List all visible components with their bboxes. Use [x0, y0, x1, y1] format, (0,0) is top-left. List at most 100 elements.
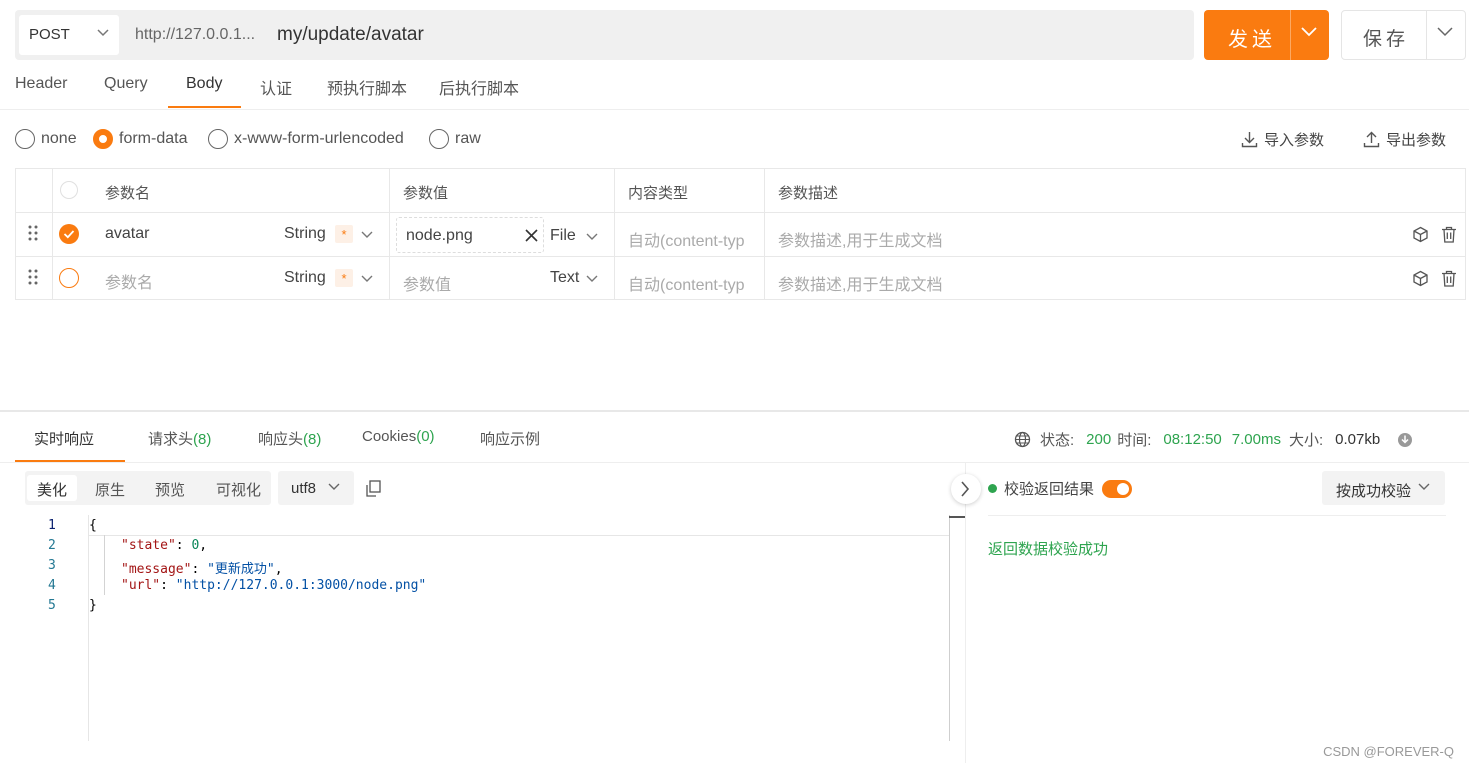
encoding-select[interactable]: utf8: [278, 471, 354, 505]
param-type[interactable]: String: [284, 225, 326, 243]
radio-label: none: [41, 130, 77, 147]
tab-query[interactable]: Query: [104, 75, 148, 93]
current-line-highlight: [88, 535, 949, 536]
line-number: 2: [48, 538, 56, 553]
view-preview[interactable]: 预览: [145, 475, 195, 501]
content-type-input[interactable]: 自动(content-typ: [628, 227, 745, 251]
param-type[interactable]: String: [284, 269, 326, 287]
status-label: 状态:: [1040, 432, 1075, 449]
value-kind[interactable]: File: [550, 227, 576, 245]
save-button[interactable]: 保存: [1341, 10, 1466, 60]
validation-divider: [988, 515, 1446, 516]
tab-header[interactable]: Header: [15, 75, 67, 93]
method-select[interactable]: POST: [19, 15, 119, 55]
drag-handle-icon[interactable]: [27, 269, 39, 285]
active-tab-indicator: [15, 460, 125, 462]
request-bar: POST http://127.0.0.1... my/update/avata…: [15, 10, 1194, 60]
url-base[interactable]: http://127.0.0.1...: [135, 26, 255, 44]
tab-pre-script[interactable]: 预执行脚本: [327, 75, 407, 99]
response-status: 状态: 200 时间: 08:12:50 7.00ms 大小: 0.07kb: [1014, 429, 1413, 450]
response-duration: 7.00ms: [1231, 431, 1281, 448]
save-label: 保存: [1363, 29, 1410, 50]
trash-icon[interactable]: [1441, 226, 1457, 243]
response-tabs: 实时响应 请求头(8) 响应头(8) Cookies(0) 响应示例 状态: 2…: [0, 412, 1469, 463]
col-divider: [52, 169, 53, 299]
tab-label: 响应头: [258, 431, 304, 448]
radio-raw[interactable]: raw: [429, 127, 481, 151]
required-badge[interactable]: *: [335, 225, 353, 243]
tab-label: 请求头: [148, 431, 194, 448]
cube-icon[interactable]: [1412, 270, 1429, 287]
row-checkbox[interactable]: [59, 224, 79, 244]
tab-request-headers[interactable]: 请求头(8): [148, 428, 211, 449]
cube-icon[interactable]: [1412, 226, 1429, 243]
tab-post-script[interactable]: 后执行脚本: [439, 75, 519, 99]
import-params-button[interactable]: 导入参数: [1241, 129, 1324, 150]
export-params-button[interactable]: 导出参数: [1363, 129, 1446, 150]
tab-body[interactable]: Body: [186, 75, 222, 93]
globe-icon[interactable]: [1014, 431, 1031, 448]
view-raw[interactable]: 原生: [85, 475, 135, 501]
url-input[interactable]: my/update/avatar: [277, 24, 424, 46]
send-divider: [1290, 10, 1291, 60]
chevron-down-icon[interactable]: [586, 275, 598, 283]
chevron-down-icon[interactable]: [586, 233, 598, 241]
radio-none[interactable]: none: [15, 127, 77, 151]
size-label: 大小:: [1288, 432, 1324, 449]
param-value[interactable]: node.png: [406, 227, 473, 245]
response-editor[interactable]: 1 2 3 4 5 { "state": 0, "message": "更新成功…: [15, 515, 965, 741]
description-input[interactable]: 参数描述,用于生成文档: [778, 227, 942, 251]
chevron-down-icon[interactable]: [1301, 27, 1317, 37]
tab-cookies[interactable]: Cookies(0): [362, 428, 435, 445]
code-line: }: [89, 598, 97, 613]
view-pretty[interactable]: 美化: [27, 475, 78, 501]
copy-icon[interactable]: [366, 480, 381, 497]
tab-count: (0): [416, 428, 435, 445]
chevron-right-icon: [961, 481, 970, 497]
col-divider: [389, 169, 390, 299]
drag-handle-icon[interactable]: [27, 225, 39, 241]
param-name[interactable]: avatar: [105, 225, 149, 243]
tab-response-example[interactable]: 响应示例: [480, 428, 540, 449]
validation-mode-select[interactable]: 按成功校验: [1322, 471, 1445, 505]
send-label: 发送: [1228, 29, 1276, 51]
radio-circle: [208, 129, 228, 149]
header-content-type: 内容类型: [628, 185, 689, 202]
json-key: "state": [121, 538, 176, 553]
close-icon[interactable]: [525, 229, 538, 242]
header-value: 参数值: [403, 185, 449, 202]
scrollbar-thumb[interactable]: [949, 516, 965, 518]
status-code: 200: [1086, 431, 1112, 448]
chevron-down-icon[interactable]: [361, 231, 373, 239]
required-badge[interactable]: *: [335, 269, 353, 287]
radio-circle: [93, 129, 113, 149]
send-button[interactable]: 发送: [1204, 10, 1329, 60]
view-visualize[interactable]: 可视化: [206, 475, 271, 501]
radio-urlencoded[interactable]: x-www-form-urlencoded: [208, 127, 404, 151]
line-number: 5: [48, 598, 56, 613]
upload-icon: [1363, 131, 1380, 148]
select-all-checkbox[interactable]: [60, 181, 78, 199]
row-checkbox[interactable]: [59, 268, 79, 288]
trash-icon[interactable]: [1441, 270, 1457, 287]
editor-scrollbar[interactable]: [949, 515, 950, 741]
content-type-input[interactable]: 自动(content-typ: [628, 271, 745, 295]
description-input[interactable]: 参数描述,用于生成文档: [778, 271, 942, 295]
download-circle-icon[interactable]: [1397, 432, 1413, 448]
tab-response-headers[interactable]: 响应头(8): [258, 428, 321, 449]
tab-auth[interactable]: 认证: [260, 75, 292, 99]
validate-switch[interactable]: [1102, 479, 1133, 498]
response-size: 0.07kb: [1335, 431, 1381, 448]
json-string: "http://127.0.0.1:3000/node.png": [175, 578, 427, 593]
param-value[interactable]: 参数值: [403, 271, 451, 295]
param-name[interactable]: 参数名: [105, 269, 153, 293]
header-description: 参数描述: [778, 185, 839, 202]
chevron-down-icon[interactable]: [1437, 27, 1453, 37]
panel-splitter[interactable]: [965, 463, 966, 763]
value-kind[interactable]: Text: [550, 269, 579, 287]
radio-form-data[interactable]: form-data: [93, 127, 187, 151]
collapse-panel-button[interactable]: [951, 474, 981, 504]
chevron-down-icon[interactable]: [361, 275, 373, 283]
tab-live-response[interactable]: 实时响应: [34, 428, 94, 449]
import-label: 导入参数: [1264, 132, 1325, 149]
